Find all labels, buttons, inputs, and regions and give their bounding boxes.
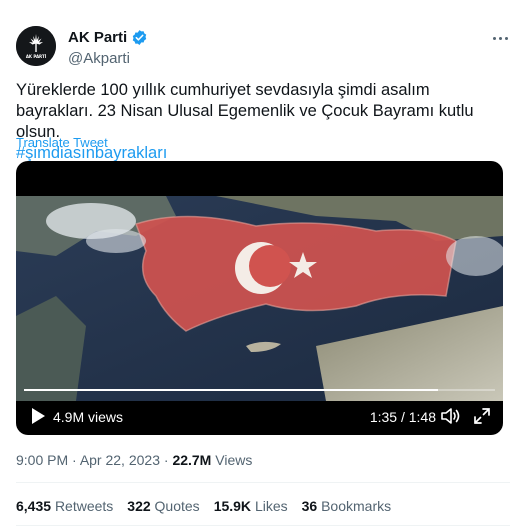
video-current-time: 1:35	[369, 409, 398, 425]
translate-tweet-link[interactable]: Translate Tweet	[16, 135, 108, 151]
tweet-header: AK PARTİ AK Parti @Akparti	[16, 26, 510, 70]
video-player[interactable]: 4.9M views 1:35 / 1:48	[16, 161, 503, 435]
video-progress-bar[interactable]	[24, 389, 495, 391]
bookmarks-count: 36	[301, 498, 318, 514]
video-duration: 1:48	[408, 409, 436, 425]
video-time: 1:35 / 1:48	[370, 408, 436, 426]
video-frame-map	[16, 196, 503, 401]
retweets-stat[interactable]: 6,435 Retweets	[16, 497, 113, 515]
avatar-caption: AK PARTİ	[26, 54, 47, 59]
tweet-text: Yüreklerde 100 yıllık cumhuriyet sevdası…	[16, 81, 474, 141]
bookmarks-label: Bookmarks	[321, 498, 392, 514]
author-names: AK Parti @Akparti	[68, 28, 148, 69]
author-handle[interactable]: @Akparti	[68, 49, 148, 69]
verified-badge-icon	[132, 30, 147, 45]
author-display-name[interactable]: AK Parti	[68, 28, 148, 47]
video-time-separator: /	[397, 409, 409, 425]
more-icon[interactable]	[490, 28, 510, 48]
quotes-label: Quotes	[154, 498, 200, 514]
video-views: 4.9M views	[53, 409, 124, 425]
bookmarks-stat[interactable]: 36 Bookmarks	[302, 497, 392, 515]
display-name-text[interactable]: AK Parti	[68, 28, 127, 47]
meta-separator-2: ·	[159, 452, 173, 468]
tweet-views-label: Views	[215, 452, 253, 468]
video-progress-fill	[24, 389, 439, 391]
fullscreen-icon[interactable]	[473, 407, 491, 425]
retweets-label: Retweets	[54, 498, 114, 514]
video-controls: 4.9M views 1:35 / 1:48	[16, 399, 503, 435]
divider	[16, 482, 510, 483]
tweet-meta: 9:00 PM · Apr 22, 2023 · 22.7M Views	[16, 451, 252, 469]
tweet-body: Yüreklerde 100 yıllık cumhuriyet sevdası…	[16, 80, 510, 164]
likes-stat[interactable]: 15.9K Likes	[214, 497, 288, 515]
tweet-stats: 6,435 Retweets 322 Quotes 15.9K Likes 36…	[16, 497, 391, 515]
avatar[interactable]: AK PARTİ	[16, 26, 56, 66]
tweet-views-count: 22.7M	[172, 452, 212, 468]
tweet-date[interactable]: Apr 22, 2023	[80, 452, 160, 468]
volume-icon[interactable]	[441, 407, 461, 425]
likes-count: 15.9K	[213, 498, 252, 514]
meta-separator: ·	[68, 452, 80, 468]
quotes-count: 322	[127, 498, 151, 514]
retweets-count: 6,435	[16, 498, 52, 514]
play-icon[interactable]	[30, 407, 46, 425]
divider-bottom	[16, 525, 510, 526]
quotes-stat[interactable]: 322 Quotes	[127, 497, 199, 515]
tweet-time[interactable]: 9:00 PM	[16, 452, 68, 468]
likes-label: Likes	[254, 498, 288, 514]
ak-party-logo-icon: AK PARTİ	[16, 26, 56, 66]
